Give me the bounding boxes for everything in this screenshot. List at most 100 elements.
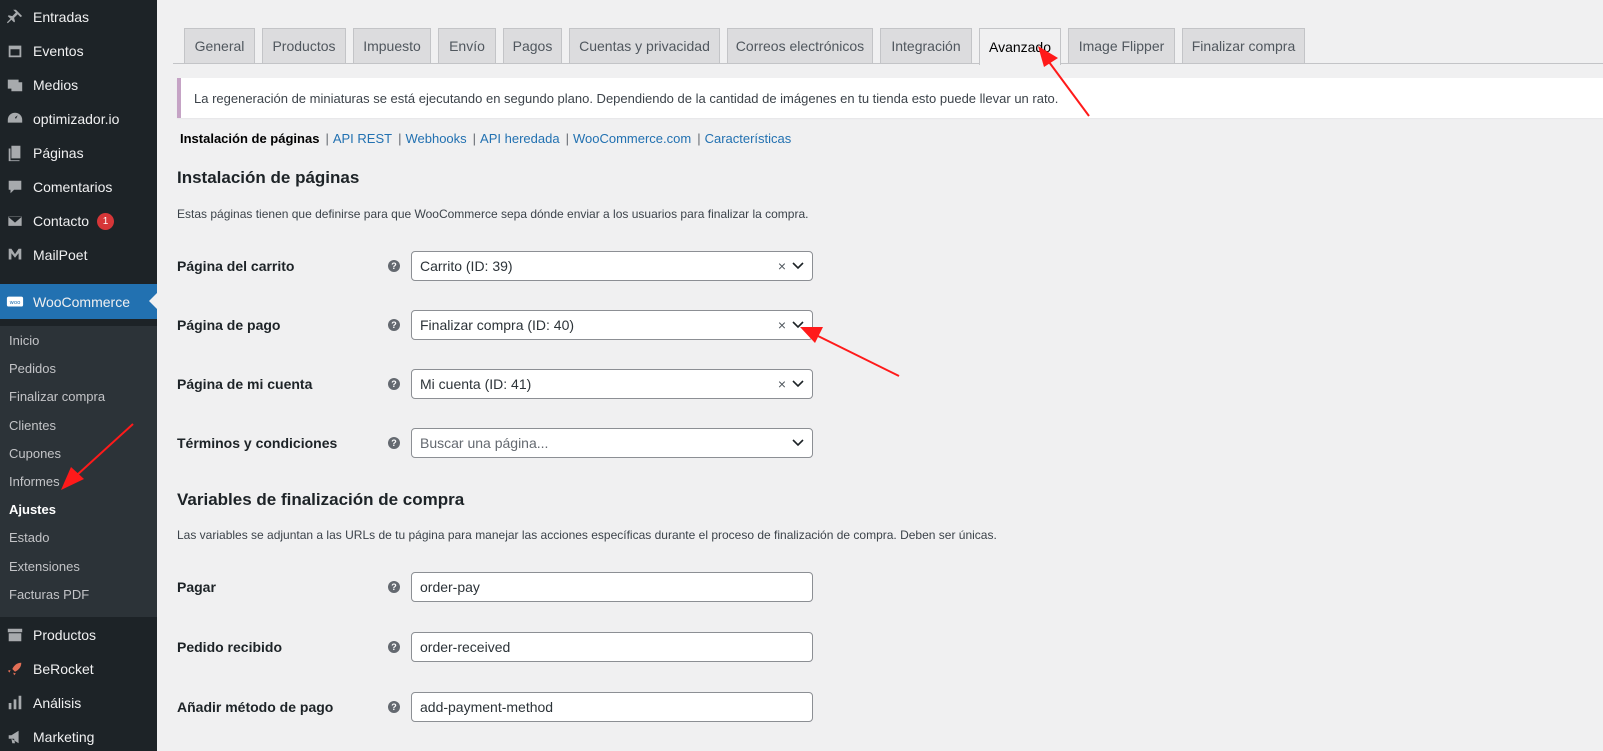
subnav-webhooks[interactable]: Webhooks — [405, 131, 466, 146]
subnav-woocommerce-com[interactable]: WooCommerce.com — [573, 131, 691, 146]
help-icon[interactable]: ? — [388, 581, 400, 593]
menu-label: Entradas — [33, 9, 90, 25]
menu-woocommerce[interactable]: woo WooCommerce — [0, 284, 157, 319]
chevron-down-icon — [792, 262, 804, 270]
woocommerce-submenu: Inicio Pedidos Finalizar compra Clientes… — [0, 326, 157, 617]
tab-envio[interactable]: Envío — [438, 28, 496, 63]
vars-section-desc: Las variables se adjuntan a las URLs de … — [177, 528, 997, 542]
menu-eventos[interactable]: Eventos — [0, 34, 157, 68]
menu-marketing[interactable]: Marketing — [0, 720, 157, 751]
tab-integracion[interactable]: Integración — [880, 28, 972, 63]
settings-tabs: General Productos Impuesto Envío Pagos C… — [173, 0, 1603, 65]
subnav-separator: | — [398, 131, 402, 146]
subnav-current[interactable]: Instalación de páginas — [180, 131, 319, 146]
info-notice: La regeneración de miniaturas se está ej… — [177, 78, 1603, 118]
submenu-finalizar-compra[interactable]: Finalizar compra — [9, 389, 105, 404]
menu-comentarios[interactable]: Comentarios — [0, 170, 157, 204]
submenu-facturas-pdf[interactable]: Facturas PDF — [9, 587, 89, 602]
menu-label: optimizador.io — [33, 111, 120, 127]
submenu-clientes[interactable]: Clientes — [9, 418, 56, 433]
order-received-input[interactable]: order-received — [411, 632, 813, 662]
tab-finalizar-compra[interactable]: Finalizar compra — [1182, 28, 1305, 63]
mail-icon — [5, 211, 25, 231]
media-icon — [5, 75, 25, 95]
tab-avanzado[interactable]: Avanzado — [979, 28, 1061, 65]
megaphone-icon — [5, 727, 25, 747]
menu-label: Eventos — [33, 43, 84, 59]
pay-endpoint-label: Pagar — [177, 579, 216, 595]
tab-correos[interactable]: Correos electrónicos — [727, 28, 873, 63]
select-value: Mi cuenta (ID: 41) — [420, 376, 532, 392]
tab-pagos[interactable]: Pagos — [503, 28, 562, 63]
select-placeholder: Buscar una página... — [420, 435, 549, 451]
pay-endpoint-input[interactable]: order-pay — [411, 572, 813, 602]
submenu-inicio[interactable]: Inicio — [9, 333, 39, 348]
add-payment-input[interactable]: add-payment-method — [411, 692, 813, 722]
help-icon[interactable]: ? — [388, 701, 400, 713]
submenu-cupones[interactable]: Cupones — [9, 446, 61, 461]
cart-page-select[interactable]: Carrito (ID: 39) × — [411, 251, 813, 281]
comment-icon — [5, 177, 25, 197]
menu-analisis[interactable]: Análisis — [0, 686, 157, 720]
menu-productos[interactable]: Productos — [0, 618, 157, 652]
help-icon[interactable]: ? — [388, 260, 400, 272]
tab-impuesto[interactable]: Impuesto — [353, 28, 431, 63]
clear-icon[interactable]: × — [778, 258, 786, 274]
bar-chart-icon — [5, 693, 25, 713]
archive-icon — [5, 625, 25, 645]
add-payment-label: Añadir método de pago — [177, 699, 334, 715]
section-subnav: Instalación de páginas | API REST | Webh… — [180, 131, 791, 146]
pin-icon — [5, 7, 25, 27]
tab-image-flipper[interactable]: Image Flipper — [1068, 28, 1175, 63]
pages-section-desc: Estas páginas tienen que definirse para … — [177, 207, 809, 221]
svg-text:woo: woo — [10, 299, 21, 305]
menu-medios[interactable]: Medios — [0, 68, 157, 102]
menu-label: Productos — [33, 627, 97, 643]
menu-contacto[interactable]: Contacto 1 — [0, 204, 157, 238]
calendar-icon — [5, 41, 25, 61]
pages-section-title: Instalación de páginas — [177, 168, 360, 187]
clear-icon[interactable]: × — [778, 376, 786, 392]
menu-label: Comentarios — [33, 179, 113, 195]
submenu-estado[interactable]: Estado — [9, 530, 49, 545]
subnav-caracteristicas[interactable]: Características — [705, 131, 792, 146]
menu-label: WooCommerce — [33, 293, 130, 310]
menu-entradas[interactable]: Entradas — [0, 0, 157, 34]
terms-page-select[interactable]: Buscar una página... — [411, 428, 813, 458]
vars-section-title: Variables de finalización de compra — [177, 490, 465, 509]
menu-label: Marketing — [33, 729, 95, 745]
menu-optimizador[interactable]: optimizador.io — [0, 102, 157, 136]
checkout-page-select[interactable]: Finalizar compra (ID: 40) × — [411, 310, 813, 340]
tab-cuentas-privacidad[interactable]: Cuentas y privacidad — [569, 28, 720, 63]
subnav-api-rest[interactable]: API REST — [333, 131, 392, 146]
menu-label: Contacto — [33, 213, 90, 229]
myaccount-page-label: Página de mi cuenta — [177, 376, 313, 392]
subnav-api-heredada[interactable]: API heredada — [480, 131, 560, 146]
tab-productos[interactable]: Productos — [262, 28, 346, 63]
help-icon[interactable]: ? — [388, 378, 400, 390]
help-icon[interactable]: ? — [388, 437, 400, 449]
submenu-pedidos[interactable]: Pedidos — [9, 361, 56, 376]
notification-badge: 1 — [97, 212, 115, 230]
mailpoet-icon — [5, 245, 25, 265]
myaccount-page-select[interactable]: Mi cuenta (ID: 41) × — [411, 369, 813, 399]
arrow-to-checkout-select — [800, 327, 900, 377]
subnav-separator: | — [472, 131, 477, 146]
menu-mailpoet[interactable]: MailPoet — [0, 238, 157, 272]
cart-page-label: Página del carrito — [177, 258, 295, 274]
select-value: Finalizar compra (ID: 40) — [420, 317, 575, 333]
submenu-informes[interactable]: Informes — [9, 474, 60, 489]
menu-paginas[interactable]: Páginas — [0, 136, 157, 170]
chevron-down-icon — [792, 439, 804, 447]
menu-berocket[interactable]: BeRocket — [0, 652, 157, 686]
help-icon[interactable]: ? — [388, 319, 400, 331]
rocket-icon — [5, 659, 25, 679]
submenu-extensiones[interactable]: Extensiones — [9, 559, 80, 574]
clear-icon[interactable]: × — [778, 317, 786, 333]
chevron-down-icon — [792, 321, 804, 329]
tab-general[interactable]: General — [184, 28, 255, 63]
help-icon[interactable]: ? — [388, 641, 400, 653]
menu-label: BeRocket — [33, 661, 94, 677]
subnav-separator: | — [565, 131, 569, 146]
submenu-ajustes[interactable]: Ajustes — [9, 502, 56, 517]
